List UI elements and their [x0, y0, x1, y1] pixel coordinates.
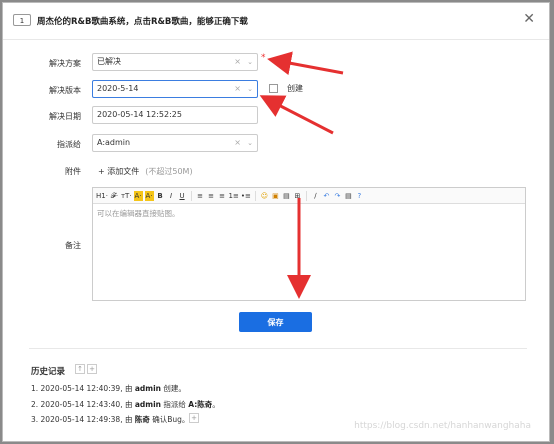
table-icon[interactable]: ⊞ — [293, 191, 302, 201]
align-left-button[interactable]: ≡ — [196, 191, 205, 201]
history-text: 3. 2020-05-14 12:49:38, 由 — [31, 415, 135, 424]
clear-icon[interactable]: × — [234, 81, 241, 97]
history-item: 3. 2020-05-14 12:49:38, 由 陈奇 确认Bug。 — [31, 414, 189, 425]
history-text: 2. 2020-05-14 12:43:40, 由 — [31, 400, 135, 409]
required-mark: * — [261, 53, 266, 63]
history-divider — [29, 348, 527, 349]
resolution-label: 解决方案 — [49, 59, 81, 68]
dialog-title: 周杰伦的R&B歌曲系统，点击R&B歌曲，能够正确下载 — [37, 17, 248, 27]
history-text: 1. 2020-05-14 12:40:39, 由 — [31, 384, 135, 393]
assign-value: A:admin — [97, 138, 131, 147]
redo-icon[interactable]: ↷ — [333, 191, 342, 201]
font-family-button[interactable]: 𝓕· — [110, 191, 119, 201]
chevron-down-icon[interactable]: ⌄ — [247, 54, 253, 70]
resolution-value: 已解决 — [97, 57, 121, 66]
clear-icon[interactable]: × — [234, 135, 241, 151]
sort-icon[interactable]: ↑ — [75, 364, 85, 374]
add-file-text[interactable]: + 添加文件 — [98, 167, 139, 176]
highlight-color-button[interactable]: A· — [144, 190, 154, 201]
unordered-list-button[interactable]: •≡ — [241, 191, 251, 201]
toolbar-divider — [190, 190, 192, 201]
editor-toolbar: H1· 𝓕· тT· A· A· B I U ≡ ≡ ≡ 1≡ •≡ ☺ ▣ ▤… — [93, 188, 525, 204]
resolution-select[interactable]: 已解决 × ⌄ — [92, 53, 258, 71]
build-select[interactable]: 2020-5-14 × ⌄ — [92, 80, 258, 98]
date-label: 解决日期 — [49, 112, 81, 121]
font-size-button[interactable]: тT· — [121, 191, 132, 201]
history-item: 2. 2020-05-14 12:43:40, 由 admin 指派给 A:陈奇… — [31, 399, 220, 410]
history-text: 指派给 — [161, 400, 189, 409]
ordered-list-button[interactable]: 1≡ — [229, 191, 239, 201]
save-button[interactable]: 保存 — [239, 312, 312, 332]
arrow-to-resolution — [267, 51, 344, 76]
chevron-down-icon[interactable]: ⌄ — [247, 81, 253, 97]
history-text: 确认Bug。 — [149, 415, 190, 424]
underline-button[interactable]: U — [178, 191, 187, 201]
comment-editor[interactable]: H1· 𝓕· тT· A· A· B I U ≡ ≡ ≡ 1≡ •≡ ☺ ▣ ▤… — [92, 187, 526, 301]
build-value: 2020-5-14 — [97, 84, 139, 93]
arrow-to-build — [259, 95, 334, 135]
create-build-checkbox[interactable] — [269, 84, 278, 93]
add-file-hint: (不超过50M) — [145, 167, 193, 176]
toolbar-divider — [305, 190, 307, 201]
history-text: 。 — [212, 400, 220, 409]
font-color-button[interactable]: A· — [133, 190, 143, 201]
history-item: 1. 2020-05-14 12:40:39, 由 admin 创建。 — [31, 383, 186, 394]
date-input[interactable]: 2020-05-14 12:52:25 — [92, 106, 258, 124]
emoji-icon[interactable]: ☺ — [260, 191, 269, 201]
close-icon[interactable]: ✕ — [523, 11, 535, 27]
history-user: admin — [134, 384, 162, 393]
chevron-down-icon[interactable]: ⌄ — [247, 135, 253, 151]
add-file-link[interactable]: + 添加文件 (不超过50M) — [98, 166, 193, 177]
resolve-bug-dialog: 1 周杰伦的R&B歌曲系统，点击R&B歌曲，能够正确下载 ✕ 解决方案 已解决 … — [2, 2, 550, 442]
align-center-button[interactable]: ≡ — [207, 191, 216, 201]
create-build-label: 创建 — [287, 84, 303, 93]
file-icon[interactable]: ▤ — [282, 191, 291, 201]
history-user: 陈奇 — [134, 415, 150, 424]
bug-id-badge: 1 — [13, 14, 31, 26]
align-right-button[interactable]: ≡ — [218, 191, 227, 201]
help-icon[interactable]: ? — [355, 191, 364, 201]
history-target: A:陈奇 — [188, 400, 213, 409]
assign-select[interactable]: A:admin × ⌄ — [92, 134, 258, 152]
undo-icon[interactable]: ↶ — [322, 191, 331, 201]
comment-label: 备注 — [65, 241, 81, 250]
assign-label: 指派给 — [57, 140, 81, 149]
template-icon[interactable]: ▤ — [344, 191, 353, 201]
toolbar-divider — [254, 190, 256, 201]
dialog-header: 1 周杰伦的R&B歌曲系统，点击R&B歌曲，能够正确下载 ✕ — [3, 3, 549, 40]
expand-icon[interactable]: + — [189, 413, 199, 423]
files-label: 附件 — [65, 167, 81, 176]
watermark: https://blog.csdn.net/hanhanwanghaha — [354, 421, 531, 431]
clear-format-icon[interactable]: ∕ — [311, 191, 320, 201]
clear-icon[interactable]: × — [234, 54, 241, 70]
history-text: 创建。 — [161, 384, 186, 393]
expand-icon[interactable]: + — [87, 364, 97, 374]
heading-button[interactable]: H1· — [96, 191, 108, 201]
bold-button[interactable]: B — [156, 191, 165, 201]
history-title: 历史记录 — [31, 367, 66, 377]
italic-button[interactable]: I — [167, 191, 176, 201]
editor-placeholder[interactable]: 可以在编辑器直接贴图。 — [93, 204, 525, 223]
history-user: admin — [134, 400, 162, 409]
image-icon[interactable]: ▣ — [271, 191, 280, 201]
date-value: 2020-05-14 12:52:25 — [97, 110, 182, 119]
build-label: 解决版本 — [49, 86, 81, 95]
